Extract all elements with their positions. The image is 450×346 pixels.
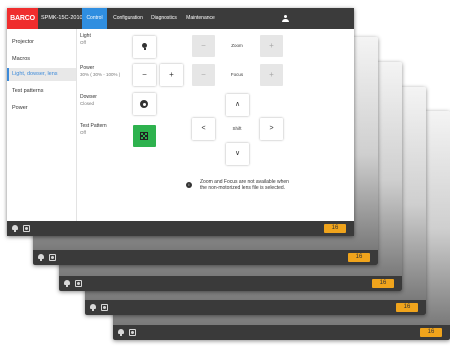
shift-label: Shift <box>232 126 242 131</box>
sidebar-item-light-dowser-lens[interactable]: Light, dowser, lens <box>7 68 76 81</box>
shift-left-button[interactable]: < <box>192 118 215 140</box>
tab-configuration[interactable]: Configuration <box>109 8 147 29</box>
device-name: SPMK-15C-2010 <box>41 15 83 21</box>
bulb-icon[interactable] <box>12 225 18 232</box>
light-value: Off <box>80 40 86 45</box>
stacked-window-statusbar: 16 <box>113 325 450 340</box>
shutter-icon[interactable] <box>23 225 30 232</box>
stacked-window-statusbar: 16 <box>59 276 402 291</box>
top-navigation-bar: BARCO SPMK-15C-2010 Control Configuratio… <box>7 8 354 29</box>
sidebar-item-projector[interactable]: Projector <box>7 36 76 49</box>
power-value: 30% ( 30% - 100% ) <box>80 72 121 77</box>
tab-diagnostics[interactable]: Diagnostics <box>148 8 180 29</box>
sidebar: Projector Macros Light, dowser, lens Tes… <box>7 29 77 221</box>
shutter-icon <box>140 100 148 108</box>
light-label: Light <box>80 33 91 39</box>
status-badge: 16 <box>372 279 394 288</box>
test-pattern-value: Off <box>80 130 86 135</box>
status-badge: 16 <box>420 328 442 337</box>
power-label: Power <box>80 65 95 71</box>
test-pattern-button[interactable] <box>133 125 156 147</box>
zoom-increase-button[interactable]: + <box>260 35 283 57</box>
light-toggle-button[interactable] <box>133 36 156 58</box>
shutter-icon <box>75 280 82 287</box>
focus-increase-button[interactable]: + <box>260 64 283 86</box>
zoom-decrease-button[interactable]: − <box>192 35 215 57</box>
dowser-value: Closed <box>80 101 95 106</box>
bulb-icon <box>142 43 147 51</box>
shutter-icon <box>129 329 136 336</box>
sidebar-item-power[interactable]: Power <box>7 102 76 115</box>
test-pattern-icon <box>140 132 148 140</box>
status-bar: 16 <box>7 221 354 236</box>
bulb-icon <box>90 304 96 311</box>
stacked-window-statusbar: 16 <box>85 300 426 315</box>
bulb-icon <box>64 280 70 287</box>
zoom-label: Zoom <box>231 43 243 48</box>
focus-label: Focus <box>230 72 244 77</box>
test-pattern-label: Test Pattern <box>80 123 107 129</box>
info-icon: i <box>186 182 192 188</box>
main-window: BARCO SPMK-15C-2010 Control Configuratio… <box>7 8 354 236</box>
tab-control[interactable]: Control <box>82 8 107 29</box>
shift-down-button[interactable]: ∨ <box>226 143 249 165</box>
stacked-window-statusbar: 16 <box>33 250 378 265</box>
shift-up-button[interactable]: ∧ <box>226 94 249 116</box>
shutter-icon <box>49 254 56 261</box>
tab-maintenance[interactable]: Maintenance <box>183 8 218 29</box>
dowser-label: Dowser <box>80 94 97 100</box>
user-icon[interactable] <box>282 15 289 23</box>
barco-logo: BARCO <box>7 8 38 29</box>
lens-info-message: Zoom and Focus are not available when th… <box>200 179 289 191</box>
bulb-icon <box>38 254 44 261</box>
power-increase-button[interactable]: + <box>160 64 183 86</box>
power-decrease-button[interactable]: − <box>133 64 156 86</box>
sidebar-item-test-patterns[interactable]: Test patterns <box>7 85 76 98</box>
status-badge: 16 <box>396 303 418 312</box>
status-badge: 16 <box>348 253 370 262</box>
shift-right-button[interactable]: > <box>260 118 283 140</box>
bulb-icon <box>118 329 124 336</box>
focus-decrease-button[interactable]: − <box>192 64 215 86</box>
shutter-icon <box>101 304 108 311</box>
status-badge: 16 <box>324 224 346 233</box>
dowser-toggle-button[interactable] <box>133 93 156 115</box>
sidebar-item-macros[interactable]: Macros <box>7 53 76 66</box>
